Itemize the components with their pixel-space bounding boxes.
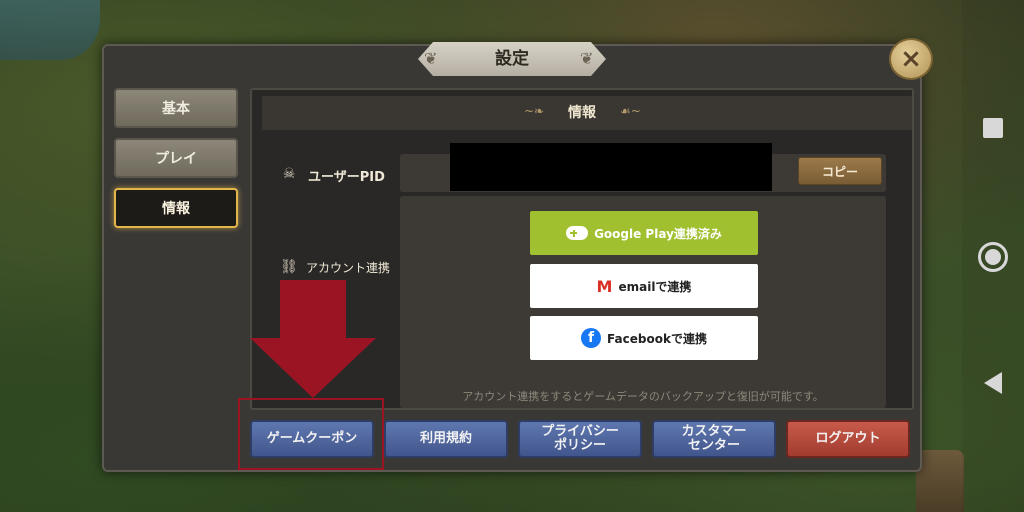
gamepad-icon	[566, 226, 589, 240]
gmail-icon: M	[596, 276, 613, 296]
tab-label: 情報	[162, 201, 190, 217]
google-play-link-label: Google Play連携済み	[594, 226, 722, 241]
customer-center-button[interactable]: カスタマー センター	[652, 420, 776, 458]
close-button[interactable]: ×	[889, 38, 933, 80]
terms-label: 利用規約	[419, 431, 472, 447]
tab-label: 基本	[162, 101, 190, 117]
background-stump	[916, 450, 964, 512]
dialog-title: 設定	[495, 49, 529, 69]
tab-label: プレイ	[155, 151, 197, 167]
account-link-label: アカウント連携	[306, 261, 391, 275]
email-link-label: emailで連携	[618, 279, 692, 294]
support-label-line1: カスタマー	[681, 424, 747, 440]
tab-basic[interactable]: 基本	[114, 88, 238, 128]
support-label-line2: センター	[687, 438, 740, 453]
privacy-policy-button[interactable]: プライバシー ポリシー	[518, 420, 642, 458]
recent-apps-button[interactable]	[983, 118, 1003, 138]
facebook-icon: f	[581, 328, 602, 348]
account-link-note: アカウント連携をするとゲームデータのバックアップと復旧が可能です。	[462, 390, 824, 403]
email-link-button[interactable]: M emailで連携	[530, 264, 758, 308]
panel-title: 情報	[568, 105, 596, 121]
background-water	[0, 0, 100, 60]
copy-button[interactable]: コピー	[798, 157, 882, 185]
home-button[interactable]	[978, 242, 1008, 272]
skull-icon: ☠	[282, 166, 296, 182]
android-nav-bar	[962, 0, 1024, 512]
tab-play[interactable]: プレイ	[114, 138, 238, 178]
facebook-link-button[interactable]: f Facebookで連携	[530, 316, 758, 360]
redacted-pid-value	[450, 143, 772, 191]
google-play-link-button[interactable]: Google Play連携済み	[530, 211, 758, 255]
copy-button-label: コピー	[821, 164, 858, 179]
back-button[interactable]	[984, 372, 1002, 394]
facebook-link-label: Facebookで連携	[607, 331, 707, 346]
terms-button[interactable]: 利用規約	[384, 420, 508, 458]
close-icon: ×	[900, 44, 922, 74]
privacy-label-line1: プライバシー	[541, 424, 619, 440]
logout-button[interactable]: ログアウト	[786, 420, 910, 458]
logout-label: ログアウト	[815, 431, 881, 447]
highlight-outline	[238, 398, 384, 470]
link-icon: ⛓	[280, 259, 298, 275]
privacy-label-line2: ポリシー	[553, 438, 606, 453]
tab-info[interactable]: 情報	[114, 188, 238, 228]
down-arrow-icon	[250, 280, 376, 398]
user-pid-label: ユーザーPID	[308, 170, 385, 185]
